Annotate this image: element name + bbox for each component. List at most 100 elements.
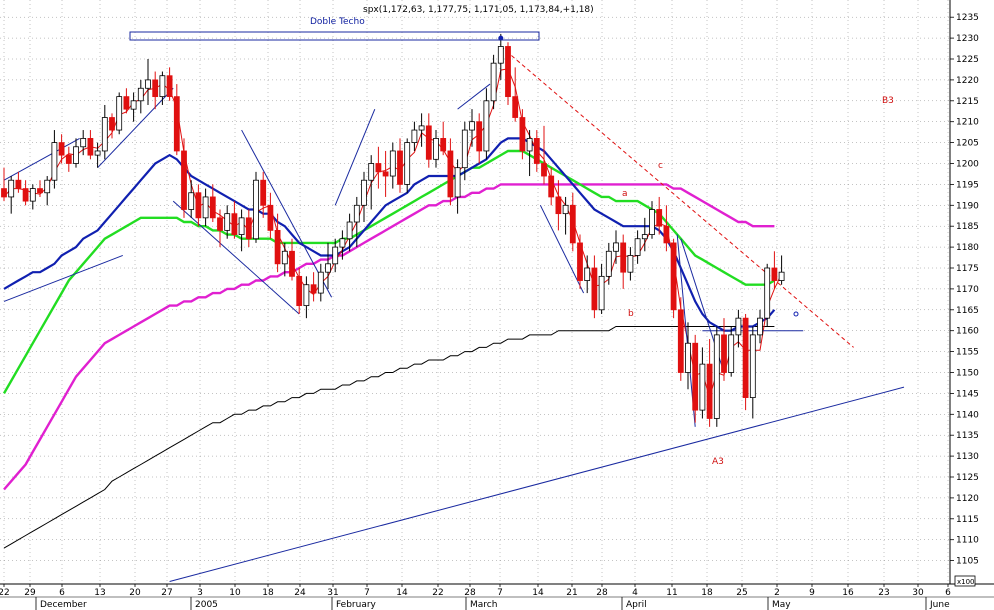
candle-body — [281, 250, 288, 265]
candle-body — [123, 96, 130, 110]
candle-body — [22, 188, 29, 202]
ma-green-line — [2, 149, 776, 394]
candle-body — [411, 129, 418, 143]
candle-body — [209, 196, 216, 219]
candle-body — [533, 138, 540, 164]
x-tick-label: 11 — [666, 588, 677, 598]
candle-body — [195, 192, 202, 219]
candle-body — [469, 121, 475, 131]
x-month-label: March — [470, 600, 497, 610]
pattern-box — [129, 31, 540, 41]
y-tick-label: 1180 — [956, 243, 979, 253]
y-tick-label: 1160 — [956, 327, 979, 337]
candle-body — [778, 271, 785, 281]
candle-body — [65, 154, 72, 164]
indicator-lines — [2, 68, 783, 549]
candle-body — [224, 213, 231, 231]
x-tick-label: 24 — [294, 588, 306, 598]
trend-line — [334, 108, 376, 206]
x-tick-label: 4 — [632, 588, 638, 598]
x-month-label: April — [626, 600, 647, 610]
candle-body — [15, 179, 22, 189]
scale-box-label: x100 — [957, 578, 975, 586]
x-tick-label: 31 — [327, 588, 338, 598]
candle-body — [296, 275, 303, 307]
candle-body — [591, 267, 598, 311]
candle-body — [613, 242, 619, 252]
candle-body — [29, 188, 36, 202]
candle-body — [548, 175, 555, 198]
candle-body — [389, 150, 396, 177]
candle-body — [368, 163, 375, 181]
y-tick-label: 1130 — [956, 452, 979, 462]
x-tick-label: 22 — [0, 588, 10, 598]
y-tick-label: 1220 — [956, 76, 979, 86]
candle-body — [231, 213, 238, 235]
y-tick-label: 1185 — [956, 222, 979, 232]
y-tick-label: 1235 — [956, 13, 979, 23]
annotations: B3 c a b A3 — [622, 96, 894, 467]
candle-body — [260, 179, 267, 206]
candle-body — [145, 79, 151, 89]
candle-body — [771, 267, 778, 281]
candle-body — [217, 217, 223, 231]
candle-body — [361, 179, 367, 206]
y-tick-label: 1230 — [956, 34, 979, 44]
candle-body — [569, 204, 576, 244]
y-tick-label: 1135 — [956, 431, 979, 441]
x-tick-label: 16 — [842, 588, 854, 598]
long-support-line — [169, 386, 905, 582]
candle-body — [303, 284, 310, 307]
candle-body — [749, 334, 756, 398]
candle-body — [555, 196, 562, 215]
candle-body — [497, 46, 504, 64]
candle-body — [173, 96, 180, 152]
candle-body — [433, 138, 439, 160]
candle-body — [130, 100, 137, 110]
candle-body — [346, 221, 353, 240]
candle-body — [728, 334, 735, 373]
x-tick-label: 20 — [129, 588, 141, 598]
candle-body — [447, 150, 454, 198]
candle-body — [577, 242, 583, 281]
candle-body — [584, 267, 591, 281]
candle-body — [109, 117, 115, 131]
y-tick-label: 1105 — [956, 557, 979, 567]
x-tick-label: 28 — [464, 588, 476, 598]
candle-body — [80, 138, 87, 148]
x-month-label: June — [929, 600, 950, 610]
candle-body — [598, 275, 605, 311]
candle-body — [649, 209, 655, 235]
y-tick-label: 1165 — [956, 306, 979, 316]
candle-body — [274, 229, 281, 265]
y-tick-label: 1155 — [956, 348, 979, 358]
trend-line — [97, 87, 174, 169]
candle-body — [634, 238, 641, 256]
pattern-label: Doble Techo — [310, 17, 365, 27]
x-month-label: May — [772, 600, 791, 610]
candle-body — [512, 96, 519, 118]
annotation-label: a — [622, 189, 628, 199]
x-tick-label: 10 — [229, 588, 241, 598]
candle-body — [238, 217, 245, 235]
y-tick-label: 1215 — [956, 97, 979, 107]
x-tick-label: 2 — [774, 588, 780, 598]
x-tick-label: 27 — [161, 588, 172, 598]
candle-body — [289, 250, 295, 277]
x-tick-label: 29 — [24, 588, 36, 598]
y-tick-label: 1150 — [956, 369, 979, 379]
y-tick-label: 1175 — [956, 264, 979, 274]
candle-body — [713, 334, 720, 419]
candle-body — [425, 125, 432, 160]
y-tick-label: 1225 — [956, 55, 979, 65]
annotation-label: b — [628, 309, 634, 319]
cursor-marker — [793, 311, 799, 317]
candle-body — [476, 121, 483, 152]
y-tick-label: 1110 — [956, 536, 979, 546]
candle-body — [37, 188, 43, 194]
candle-body — [627, 255, 634, 273]
x-month-label: February — [336, 600, 377, 610]
candle-body — [656, 209, 663, 227]
candle-body — [699, 363, 706, 411]
candle-body — [519, 117, 526, 152]
